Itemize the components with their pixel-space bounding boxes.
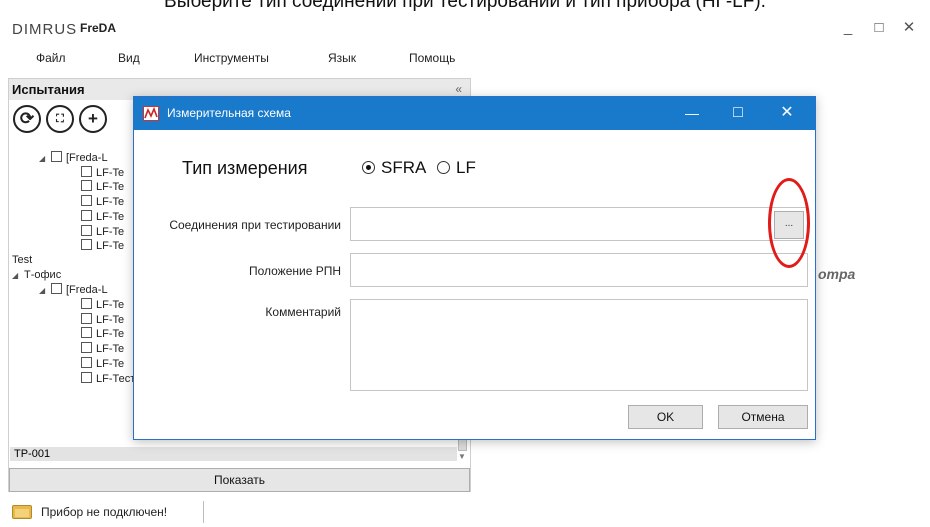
show-button[interactable]: Показать: [9, 468, 470, 492]
tree-item[interactable]: LF-Te: [81, 195, 125, 209]
browse-button[interactable]: ...: [774, 211, 804, 239]
dialog-title-bar: Измерительная схема — □ ✕: [134, 97, 815, 130]
dialog-maximize-button[interactable]: □: [723, 103, 753, 123]
radio-lf-label[interactable]: LF: [456, 158, 476, 178]
chart-app-icon: [143, 106, 159, 121]
tree-item-label: LF-Te: [96, 225, 125, 238]
tree-checkbox[interactable]: [81, 327, 92, 339]
status-text: Прибор не подключен!: [41, 505, 168, 519]
tree-checkbox[interactable]: [81, 371, 92, 383]
measurement-type-label: Тип измерения: [182, 158, 308, 178]
tree-item-label: Т-офис: [24, 268, 62, 281]
status-bar: Прибор не подключен!: [0, 497, 930, 527]
menu-view[interactable]: Вид: [118, 51, 140, 65]
tree-item[interactable]: LF-Te: [81, 165, 125, 179]
dialog-title: Измерительная схема: [167, 106, 291, 120]
dialog-minimize-button[interactable]: —: [677, 103, 707, 123]
tree-checkbox[interactable]: [51, 283, 62, 295]
background-text: отра: [818, 266, 856, 282]
connections-label: Соединения при тестировании: [169, 218, 341, 232]
menu-help[interactable]: Помощь: [409, 51, 455, 65]
rpn-position-field[interactable]: [350, 253, 808, 287]
expand-triangle-icon[interactable]: ◢: [12, 270, 24, 282]
rpn-position-label: Положение РПН: [248, 264, 341, 278]
close-button[interactable]: ✕: [897, 18, 921, 38]
tree-item-label: LF-Te: [96, 210, 125, 223]
add-icon[interactable]: +: [79, 105, 107, 133]
panel-title: Испытания: [12, 82, 85, 97]
fullscreen-icon[interactable]: ⛶: [46, 105, 74, 133]
tree-checkbox[interactable]: [81, 195, 92, 207]
tree-item-label: LF-Te: [96, 343, 125, 356]
app-name: FreDA: [80, 21, 117, 35]
minimize-button[interactable]: _: [836, 18, 860, 38]
expand-triangle-icon[interactable]: ◢: [39, 285, 51, 297]
tree-item[interactable]: ◢ [Freda-L: [39, 283, 108, 297]
collapse-icon[interactable]: «: [455, 82, 462, 96]
tree-checkbox[interactable]: [81, 342, 92, 354]
tree-item-label: LF-Te: [96, 240, 125, 253]
radio-sfra[interactable]: [362, 161, 375, 174]
comment-label: Комментарий: [265, 305, 341, 319]
dialog-close-button[interactable]: ✕: [772, 103, 802, 123]
tree-item[interactable]: LF-Te: [81, 298, 125, 311]
scroll-down-icon[interactable]: ▼: [458, 452, 466, 461]
cancel-button[interactable]: Отмена: [718, 405, 808, 429]
tree-item-label: LF-Te: [96, 166, 125, 179]
tree-checkbox[interactable]: [81, 209, 92, 221]
tree-item[interactable]: ◢ Т-офис: [12, 269, 61, 281]
instruction-caption: Выберите тип соединений при тестировании…: [164, 0, 766, 12]
expand-triangle-icon[interactable]: ◢: [39, 153, 51, 165]
tree-item-label: [Freda-L: [66, 284, 108, 297]
selected-tree-item[interactable]: ТР-001: [10, 447, 457, 461]
measurement-scheme-dialog: Измерительная схема — □ ✕ Тип измерения …: [133, 96, 816, 440]
radio-lf[interactable]: [437, 161, 450, 174]
tree-item[interactable]: LF-Te: [81, 342, 125, 356]
ok-button[interactable]: OK: [628, 405, 703, 429]
tree-checkbox[interactable]: [51, 151, 62, 162]
tree-checkbox[interactable]: [81, 224, 92, 236]
tree-item[interactable]: LF-Te: [81, 209, 125, 223]
tree-item-label: LF-Te: [96, 357, 125, 370]
tree-item[interactable]: LF-Te: [81, 327, 125, 341]
menu-tools[interactable]: Инструменты: [194, 51, 269, 65]
tree-item-label: LF-Te: [96, 328, 125, 341]
app-logo: DIMRUS: [12, 21, 78, 38]
tree-item[interactable]: ◢ [Freda-L: [39, 151, 108, 165]
connections-field[interactable]: [350, 207, 808, 241]
tree-checkbox[interactable]: [81, 298, 92, 309]
tree-item[interactable]: LF-Te: [81, 180, 125, 194]
tree-item[interactable]: LF-Te: [81, 312, 125, 326]
menu-bar: Файл Вид Инструменты Язык Помощь: [0, 49, 500, 69]
comment-field[interactable]: [350, 299, 808, 391]
tree-item[interactable]: LF-Te: [81, 224, 125, 238]
tree-item[interactable]: LF-Te: [81, 356, 125, 370]
tree-item[interactable]: LF-Te: [81, 239, 125, 253]
tree-item[interactable]: Test: [12, 254, 32, 266]
tree-item-label: LF-Te: [96, 313, 125, 326]
folder-icon: [12, 505, 32, 519]
tree-item-label: LF-Te: [96, 299, 125, 311]
refresh-icon[interactable]: ⟳: [13, 105, 41, 133]
maximize-button[interactable]: □: [867, 18, 891, 38]
tree-item-label: LF-Te: [96, 181, 125, 194]
tree-checkbox[interactable]: [81, 312, 92, 324]
tree-checkbox[interactable]: [81, 239, 92, 251]
app-title-bar: DIMRUS FreDA _ □ ✕: [0, 16, 930, 40]
status-divider: [203, 501, 204, 523]
tree-item-label: [Freda-L: [66, 152, 108, 164]
radio-sfra-label[interactable]: SFRA: [381, 158, 426, 178]
tree-checkbox[interactable]: [81, 180, 92, 192]
tree-item-label: Test: [12, 253, 33, 266]
menu-language[interactable]: Язык: [328, 51, 356, 65]
menu-file[interactable]: Файл: [36, 51, 66, 65]
tree-checkbox[interactable]: [81, 165, 92, 177]
tree-checkbox[interactable]: [81, 356, 92, 368]
tree-item-label: LF-Te: [96, 196, 125, 209]
